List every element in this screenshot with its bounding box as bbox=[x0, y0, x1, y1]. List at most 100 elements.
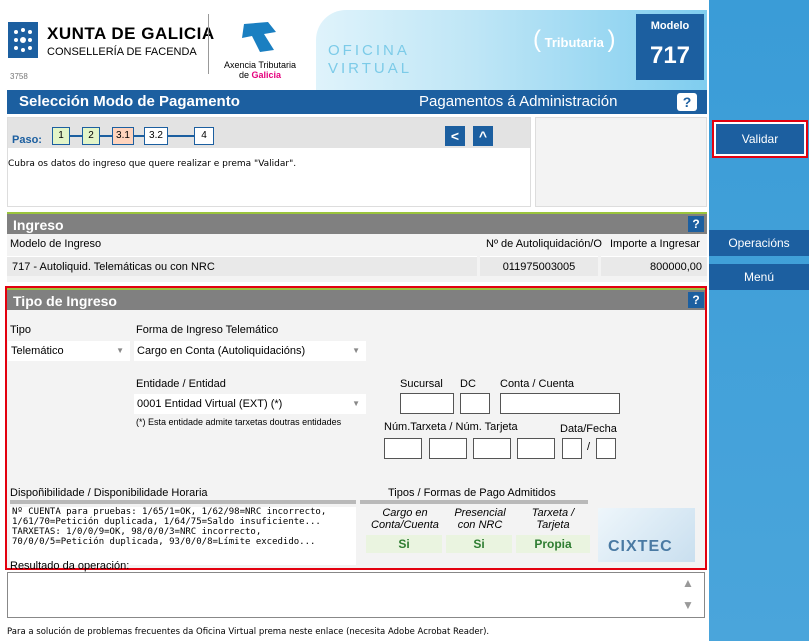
date-year-input[interactable] bbox=[596, 438, 616, 459]
oficina-text: OFICINA bbox=[328, 42, 410, 59]
atg-logo-icon bbox=[242, 22, 276, 52]
disp-line: TARXETAS: 1/0/0/9=OK, 98/0/0/3=NRC incor… bbox=[12, 527, 262, 537]
forma-label: Forma de Ingreso Telemático bbox=[136, 324, 279, 336]
bracket-right: ) bbox=[607, 26, 616, 53]
data-label: Data/Fecha bbox=[560, 423, 617, 435]
tributaria-text: Tributaria bbox=[544, 35, 604, 50]
col-modelo-header: Modelo de Ingreso bbox=[10, 238, 102, 250]
chevron-down-icon: ▼ bbox=[352, 346, 360, 355]
entidade-label: Entidade / Entidad bbox=[136, 378, 226, 390]
step-3-1[interactable]: 3.1 bbox=[112, 127, 134, 145]
up-arrow-icon[interactable]: ^ bbox=[473, 126, 493, 146]
disp-line: 70/0/0/5=Petición duplicada, 93/0/0/8=Lí… bbox=[12, 537, 316, 547]
modelo-box: Modelo 717 bbox=[636, 14, 704, 80]
dc-input[interactable] bbox=[460, 393, 490, 414]
step-connector bbox=[168, 135, 194, 137]
tipos-pago-bar bbox=[360, 500, 588, 504]
forma-select-value: Cargo en Conta (Autoliquidacións) bbox=[137, 345, 306, 357]
date-separator: / bbox=[587, 441, 591, 453]
pay-presencial-header: Presencial con NRC bbox=[446, 507, 514, 531]
importe-value: 800000,00 bbox=[601, 256, 707, 276]
ingreso-help-icon[interactable]: ? bbox=[688, 216, 704, 232]
sucursal-input[interactable] bbox=[400, 393, 454, 414]
pay-cargo-value: Si bbox=[366, 535, 442, 553]
bracket-left: ( bbox=[533, 26, 541, 53]
menu-button[interactable]: Menú bbox=[709, 264, 809, 290]
col-importe-header: Importe a Ingresar bbox=[610, 238, 700, 250]
pay-presencial-value: Si bbox=[446, 535, 512, 553]
tarxeta-input-2[interactable] bbox=[429, 438, 467, 459]
pay-pres-l1: Presencial bbox=[454, 507, 506, 519]
atg-name-region: de Galicia bbox=[220, 70, 300, 80]
pay-cargo-header: Cargo en Conta/Cuenta bbox=[366, 507, 444, 531]
header-divider bbox=[208, 14, 209, 74]
title-bar: Selección Modo de Pagamento Pagamentos á… bbox=[7, 90, 707, 114]
pay-tarxeta-header: Tarxeta / Tarjeta bbox=[516, 507, 590, 531]
paso-label: Paso: bbox=[12, 134, 42, 146]
modelo-value: 717 - Autoliquid. Telemáticas ou con NRC bbox=[7, 256, 477, 276]
tipo-label: Tipo bbox=[10, 324, 31, 336]
pay-pres-l2: con NRC bbox=[457, 519, 503, 531]
date-month-input[interactable] bbox=[562, 438, 582, 459]
step-3-2[interactable]: 3.2 bbox=[144, 127, 168, 145]
entidade-select[interactable]: 0001 Entidad Virtual (EXT) (*) ▼ bbox=[134, 394, 366, 414]
ingreso-title: Ingreso bbox=[13, 217, 64, 233]
cixtec-logo: CIXTEC bbox=[598, 508, 695, 562]
disp-line: 1/61/70=Petición duplicada, 1/64/75=Sald… bbox=[12, 517, 321, 527]
disponibilidade-bar bbox=[10, 500, 356, 504]
entidade-note: (*) Esta entidade admite tarxetas doutra… bbox=[136, 417, 342, 427]
virtual-text: VIRTUAL bbox=[328, 60, 413, 77]
disponibilidade-text: Nº CUENTA para pruebas: 1/65/1=OK, 1/62/… bbox=[10, 507, 356, 565]
section-title: Pagamentos á Administración bbox=[419, 93, 618, 110]
chevron-down-icon: ▼ bbox=[116, 346, 124, 355]
resultado-textarea[interactable] bbox=[7, 572, 705, 618]
right-sidebar bbox=[709, 0, 809, 641]
tipos-pago-label: Tipos / Formas de Pago Admitidos bbox=[388, 487, 556, 499]
xunta-coat-of-arms-icon bbox=[8, 22, 38, 58]
tipo-select[interactable]: Telemático ▼ bbox=[8, 341, 130, 361]
dc-label: DC bbox=[460, 378, 476, 390]
help-icon[interactable]: ? bbox=[677, 93, 697, 111]
conta-input[interactable] bbox=[500, 393, 620, 414]
tarxeta-input-1[interactable] bbox=[384, 438, 422, 459]
tipo-select-value: Telemático bbox=[11, 345, 64, 357]
step-2[interactable]: 2 bbox=[82, 127, 100, 145]
footer-help-link[interactable]: Para a solución de problemas frecuentes … bbox=[7, 627, 489, 637]
step-connector bbox=[100, 135, 112, 137]
disponibilidade-label: Dispoñibilidade / Disponibilidade Horari… bbox=[10, 487, 208, 499]
tarxeta-input-3[interactable] bbox=[473, 438, 511, 459]
tributaria-label: ( Tributaria ) bbox=[533, 26, 616, 54]
validar-button[interactable]: Validar bbox=[716, 124, 804, 154]
steps-side-panel bbox=[535, 117, 707, 207]
atg-galicia: Galicia bbox=[251, 70, 282, 80]
entidade-select-value: 0001 Entidad Virtual (EXT) (*) bbox=[137, 398, 283, 410]
resultado-label: Resultado da operación: bbox=[10, 560, 130, 572]
ingreso-header: Ingreso bbox=[7, 212, 707, 234]
pay-cargo-l1: Cargo en bbox=[382, 507, 428, 519]
step-4[interactable]: 4 bbox=[194, 127, 214, 145]
pay-cargo-l2: Conta/Cuenta bbox=[371, 519, 439, 531]
atg-name: Axencia Tributaria bbox=[223, 60, 297, 70]
step-1[interactable]: 1 bbox=[52, 127, 70, 145]
previous-arrow-icon[interactable]: < bbox=[445, 126, 465, 146]
tarxeta-label: Núm.Tarxeta / Núm. Tarjeta bbox=[384, 421, 518, 433]
tarxeta-input-4[interactable] bbox=[517, 438, 555, 459]
scroll-up-icon[interactable]: ▲ bbox=[682, 576, 694, 590]
cixtec-text: CIXTEC bbox=[608, 538, 673, 555]
step-connector bbox=[70, 135, 82, 137]
pay-tarx-l2: Tarjeta bbox=[536, 519, 570, 531]
xunta-subtitle: CONSELLERÍA DE FACENDA bbox=[47, 46, 197, 58]
operacions-button[interactable]: Operacións bbox=[709, 230, 809, 256]
col-autoliq-header: Nº de Autoliquidación/O bbox=[486, 238, 602, 250]
conta-label: Conta / Cuenta bbox=[500, 378, 574, 390]
instruction-text: Cubra os datos do ingreso que quere real… bbox=[8, 159, 297, 169]
autoliq-value: 011975003005 bbox=[480, 256, 598, 276]
chevron-down-icon: ▼ bbox=[352, 399, 360, 408]
pay-tarx-l1: Tarxeta / bbox=[531, 507, 575, 519]
scroll-down-icon[interactable]: ▼ bbox=[682, 598, 694, 612]
atg-de: de bbox=[238, 70, 252, 80]
forma-select[interactable]: Cargo en Conta (Autoliquidacións) ▼ bbox=[134, 341, 366, 361]
sucursal-label: Sucursal bbox=[400, 378, 443, 390]
page-title: Selección Modo de Pagamento bbox=[19, 93, 240, 110]
modelo-label: Modelo bbox=[650, 20, 690, 32]
